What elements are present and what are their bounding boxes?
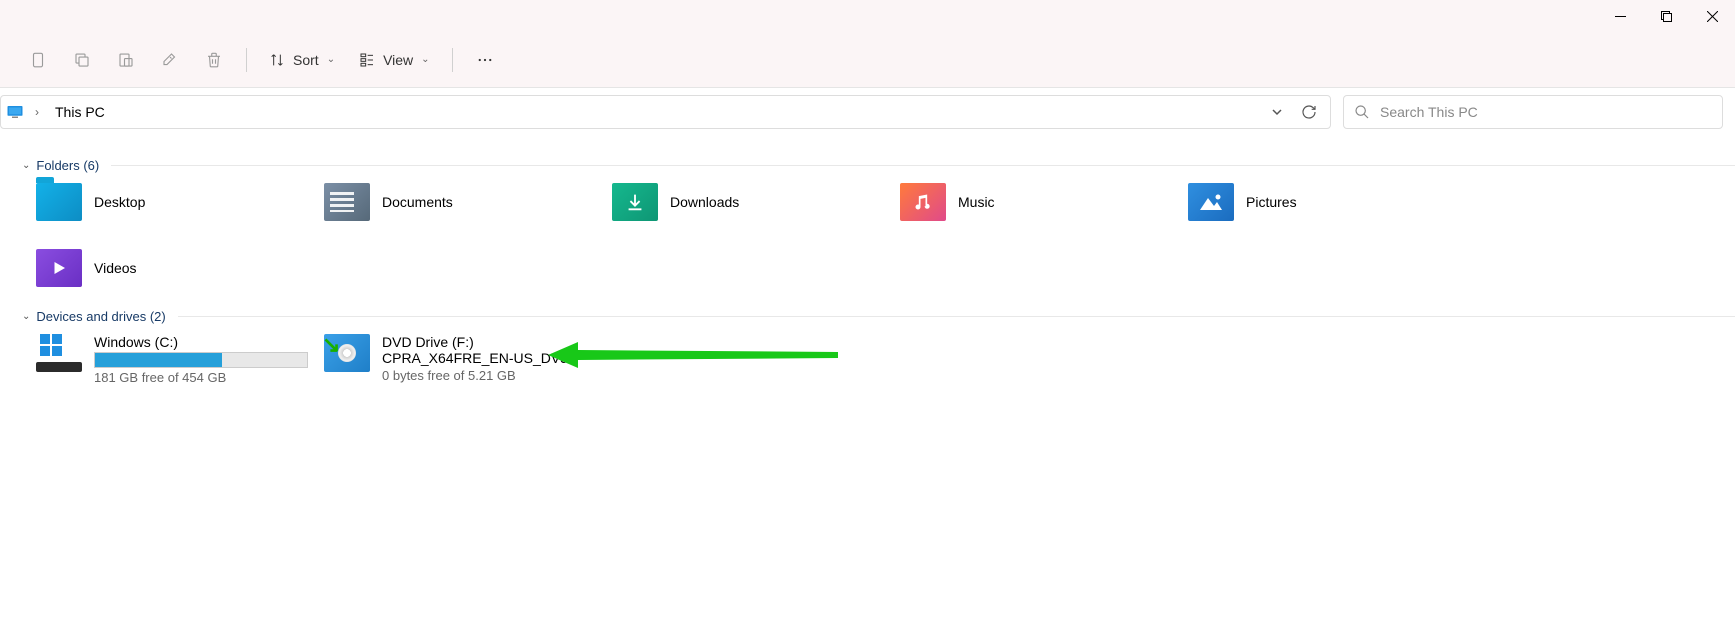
dvd-drive-icon: ↘ [324, 334, 370, 372]
folders-group-label: Folders (6) [36, 158, 99, 173]
drive-free-text: 0 bytes free of 5.21 GB [382, 368, 612, 383]
drive-dvd[interactable]: ↘ DVD Drive (F:) CPRA_X64FRE_EN-US_DV5 0… [324, 334, 612, 385]
maximize-button[interactable] [1643, 0, 1689, 32]
drive-free-text: 181 GB free of 454 GB [94, 370, 324, 385]
toolbar: Sort ⌄ View ⌄ [0, 32, 1735, 88]
breadcrumb-chevron-icon[interactable]: › [27, 102, 47, 122]
delete-icon[interactable] [194, 40, 234, 80]
folder-videos[interactable]: Videos [36, 249, 324, 287]
group-separator [178, 316, 1735, 317]
folders-grid: Desktop Documents Downloads Music Pictur… [18, 183, 1735, 287]
paste-icon[interactable] [106, 40, 146, 80]
drives-group-header[interactable]: ⌄ Devices and drives (2) [22, 309, 1735, 324]
content-area: ⌄ Folders (6) Desktop Documents Download… [0, 136, 1735, 385]
minimize-button[interactable] [1597, 0, 1643, 32]
desktop-folder-icon [36, 183, 82, 221]
documents-folder-icon [324, 183, 370, 221]
drive-name: Windows (C:) [94, 334, 324, 350]
folder-desktop[interactable]: Desktop [36, 183, 324, 221]
folder-downloads[interactable]: Downloads [612, 183, 900, 221]
chevron-down-icon: ⌄ [22, 160, 30, 171]
media-inserted-icon: ↘ [322, 332, 340, 358]
view-label: View [383, 52, 413, 68]
window-controls [1597, 0, 1735, 32]
toolbar-separator [452, 48, 453, 72]
address-row: › This PC [0, 88, 1735, 136]
folder-music[interactable]: Music [900, 183, 1188, 221]
folder-label: Documents [382, 194, 453, 210]
titlebar [0, 0, 1735, 32]
refresh-icon[interactable] [1294, 97, 1324, 127]
sort-menu[interactable]: Sort ⌄ [259, 40, 345, 80]
cut-icon[interactable] [18, 40, 58, 80]
breadcrumb-location[interactable]: This PC [49, 104, 111, 120]
drives-grid: Windows (C:) 181 GB free of 454 GB ↘ DVD… [18, 334, 1735, 385]
windows-drive-icon [36, 334, 82, 372]
search-input[interactable] [1380, 104, 1712, 120]
drive-capacity-bar [94, 352, 308, 368]
folder-label: Music [958, 194, 995, 210]
folder-documents[interactable]: Documents [324, 183, 612, 221]
folder-label: Desktop [94, 194, 145, 210]
chevron-down-icon: ⌄ [421, 54, 429, 65]
toolbar-separator [246, 48, 247, 72]
drive-capacity-fill [95, 353, 222, 367]
drives-group-label: Devices and drives (2) [36, 309, 165, 324]
pictures-folder-icon [1188, 183, 1234, 221]
group-separator [111, 165, 1735, 166]
chevron-down-icon: ⌄ [327, 54, 335, 65]
folder-label: Pictures [1246, 194, 1297, 210]
drive-info: Windows (C:) 181 GB free of 454 GB [94, 334, 324, 385]
close-button[interactable] [1689, 0, 1735, 32]
history-dropdown-icon[interactable] [1262, 97, 1292, 127]
drive-c[interactable]: Windows (C:) 181 GB free of 454 GB [36, 334, 324, 385]
music-folder-icon [900, 183, 946, 221]
view-menu[interactable]: View ⌄ [349, 40, 439, 80]
search-icon [1354, 104, 1370, 120]
drive-info: DVD Drive (F:) CPRA_X64FRE_EN-US_DV5 0 b… [382, 334, 612, 385]
folder-label: Videos [94, 260, 137, 276]
videos-folder-icon [36, 249, 82, 287]
more-icon[interactable] [465, 40, 505, 80]
address-bar[interactable]: › This PC [0, 95, 1331, 129]
downloads-folder-icon [612, 183, 658, 221]
rename-icon[interactable] [150, 40, 190, 80]
chevron-down-icon: ⌄ [22, 311, 30, 322]
copy-icon[interactable] [62, 40, 102, 80]
this-pc-icon [5, 102, 25, 122]
drive-volume-label: CPRA_X64FRE_EN-US_DV5 [382, 350, 612, 366]
folder-label: Downloads [670, 194, 739, 210]
drive-name: DVD Drive (F:) [382, 334, 612, 350]
search-bar[interactable] [1343, 95, 1723, 129]
sort-label: Sort [293, 52, 319, 68]
folders-group-header[interactable]: ⌄ Folders (6) [22, 158, 1735, 173]
folder-pictures[interactable]: Pictures [1188, 183, 1476, 221]
